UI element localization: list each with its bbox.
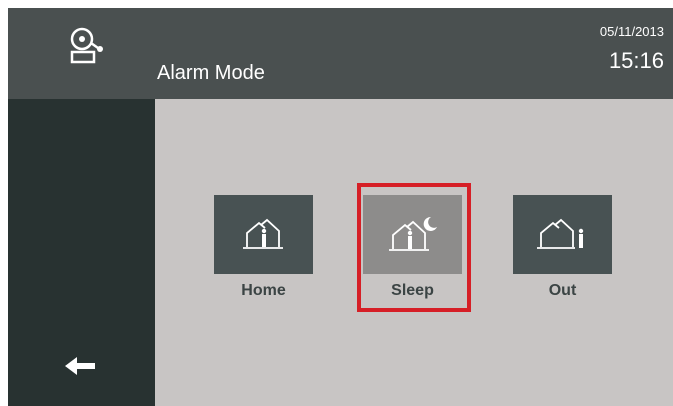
mode-sleep-label: Sleep — [391, 282, 434, 299]
time-display: 15:16 — [608, 48, 664, 73]
mode-out-button[interactable]: Out — [513, 195, 612, 300]
date-display: 05/11/2013 — [599, 24, 664, 39]
house-person-inside-icon — [242, 218, 283, 249]
mode-sleep-button[interactable]: Sleep — [363, 195, 462, 300]
alarm-bell-icon — [60, 22, 112, 66]
mode-home-button[interactable]: Home — [214, 195, 313, 300]
mode-home-tile — [214, 195, 313, 274]
mode-out-tile — [513, 195, 612, 274]
header-bar: Alarm Mode 05/11/2013 15:16 — [8, 8, 673, 99]
alarm-screen: Alarm Mode 05/11/2013 15:16 Home Sleep O… — [8, 8, 673, 406]
page-title: Alarm Mode — [157, 62, 265, 84]
mode-sleep-tile — [363, 195, 462, 274]
arrow-left-icon — [65, 357, 95, 375]
back-button[interactable] — [63, 354, 103, 378]
mode-out-label: Out — [548, 282, 577, 299]
sidebar — [8, 99, 155, 406]
house-person-outside-icon — [536, 218, 583, 249]
mode-home-label: Home — [241, 282, 286, 299]
house-person-moon-icon — [388, 216, 437, 251]
